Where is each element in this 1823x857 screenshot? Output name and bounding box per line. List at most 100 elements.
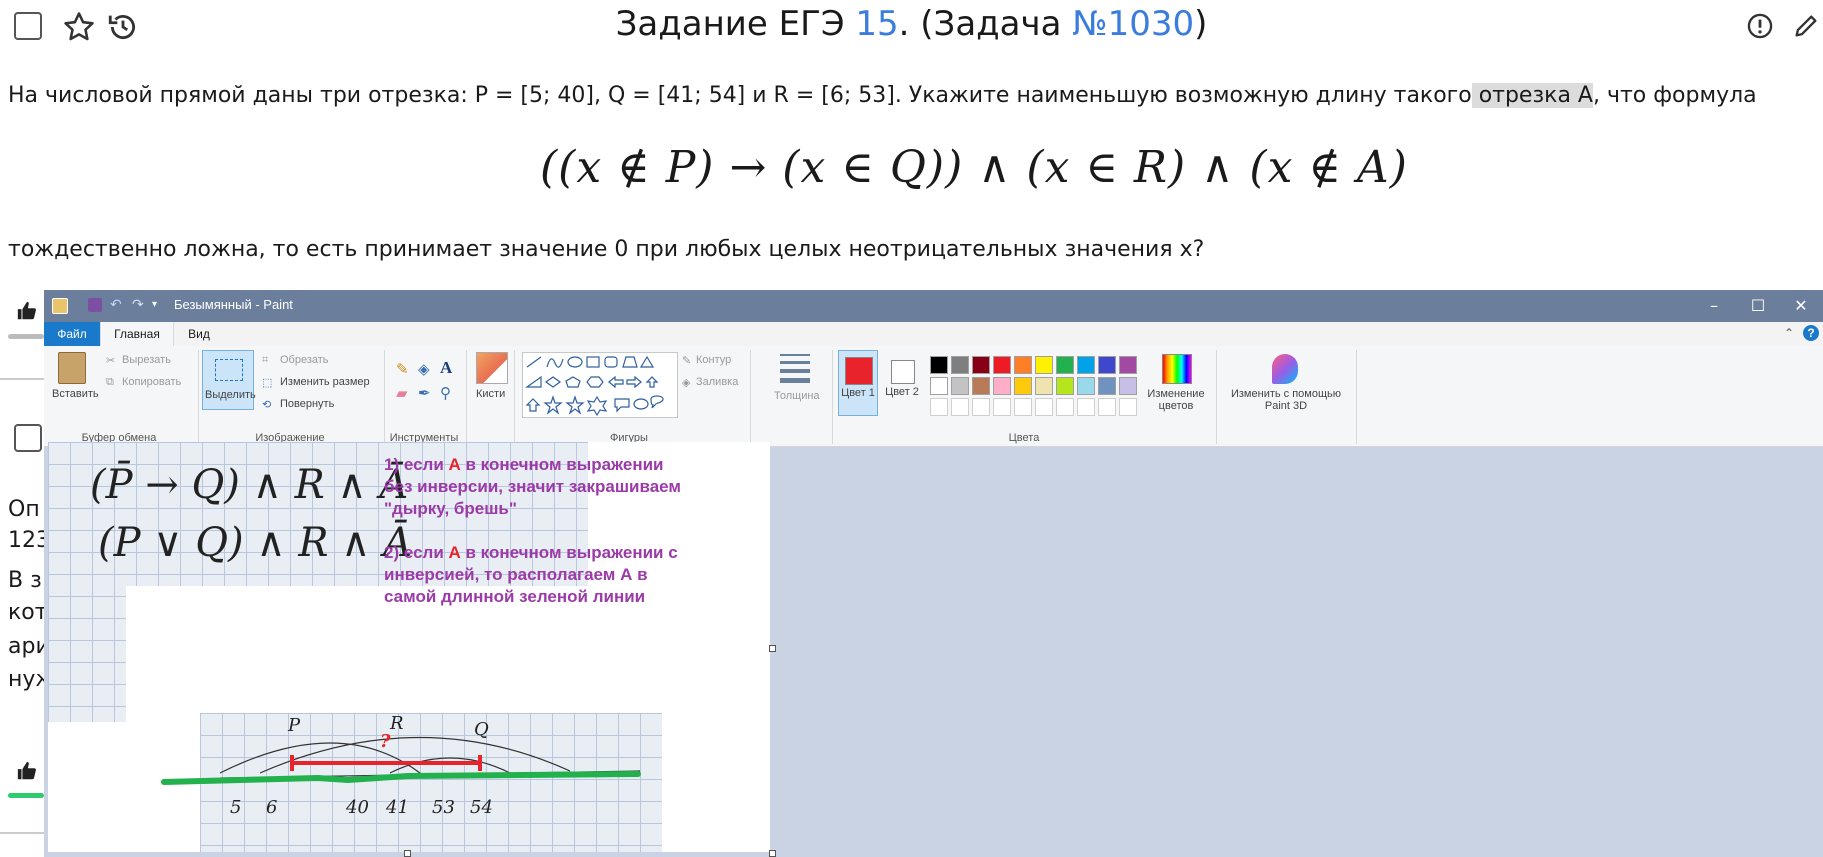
brushes-button[interactable]: Кисти — [476, 388, 505, 400]
paint3d-icon[interactable] — [1272, 354, 1298, 384]
copy-button[interactable]: Копировать — [122, 376, 181, 388]
cut-button[interactable]: Вырезать — [122, 354, 171, 366]
palette-swatch[interactable] — [972, 377, 990, 395]
edit-colors-button[interactable]: Изменение цветов — [1144, 388, 1208, 412]
palette-swatch-empty[interactable] — [1035, 398, 1053, 416]
palette-swatch[interactable] — [930, 377, 948, 395]
shapes-gallery[interactable] — [522, 352, 678, 418]
fill-icon[interactable]: ◈ — [418, 360, 430, 378]
collapse-ribbon-icon[interactable]: ⌃ — [1784, 326, 1794, 340]
color2-button[interactable]: Цвет 2 — [882, 350, 922, 416]
palette-swatch[interactable] — [951, 356, 969, 374]
report-icon[interactable] — [1746, 12, 1774, 44]
paint-canvas[interactable]: (P̄ → Q) ∧ R ∧ Ā (P ∨ Q) ∧ R ∧ Ā 1) если… — [48, 442, 770, 852]
brushes-icon[interactable] — [476, 352, 508, 384]
palette-swatch[interactable] — [1014, 356, 1032, 374]
tab-file[interactable]: Файл — [44, 322, 100, 346]
canvas-resize-handle[interactable] — [404, 850, 411, 857]
resize-button[interactable]: Изменить размер — [280, 376, 370, 388]
paint-titlebar[interactable]: ↶ ↷ ▾ Безымянный - Paint – ☐ ✕ — [44, 290, 1823, 322]
solution-checkbox[interactable] — [14, 424, 42, 452]
outline-button[interactable]: Контур — [696, 354, 731, 366]
palette-swatch[interactable] — [972, 356, 990, 374]
palette-swatch-empty[interactable] — [972, 398, 990, 416]
text-fragment: кот — [8, 600, 48, 625]
palette-swatch[interactable] — [1056, 356, 1074, 374]
redo-icon[interactable]: ↷ — [132, 298, 146, 312]
size-button[interactable]: Толщина — [774, 390, 820, 402]
color1-swatch — [845, 357, 873, 385]
question-mark: ? — [380, 731, 391, 752]
palette-swatch[interactable] — [951, 377, 969, 395]
crop-button[interactable]: Обрезать — [280, 354, 329, 366]
tick-label: 53 — [432, 797, 455, 818]
customize-icon[interactable]: ▾ — [152, 298, 166, 312]
paint-window[interactable]: ↶ ↷ ▾ Безымянный - Paint – ☐ ✕ Файл Глав… — [44, 290, 1823, 857]
tick-label: 6 — [266, 797, 278, 818]
palette-swatch-empty[interactable] — [1014, 398, 1032, 416]
edit-colors-icon[interactable] — [1162, 354, 1192, 384]
palette-swatch-empty[interactable] — [1077, 398, 1095, 416]
handwritten-expression-2: (P ∨ Q) ∧ R ∧ Ā — [98, 520, 413, 566]
palette-swatch-empty[interactable] — [993, 398, 1011, 416]
like-icon[interactable] — [16, 760, 38, 786]
note-1: 1) если А в конечном выражении без инвер… — [384, 455, 681, 518]
palette-swatch[interactable] — [1056, 377, 1074, 395]
paint-window-title: Безымянный - Paint — [174, 297, 293, 312]
like-icon[interactable] — [16, 300, 38, 326]
palette-swatch[interactable] — [930, 356, 948, 374]
text-fragment: Оп — [8, 497, 40, 522]
palette-swatch[interactable] — [1119, 377, 1137, 395]
tick-label: 41 — [386, 797, 409, 818]
palette-swatch-empty[interactable] — [1119, 398, 1137, 416]
maximize-button[interactable]: ☐ — [1738, 294, 1778, 318]
palette-swatch[interactable] — [1098, 356, 1116, 374]
palette-swatch-empty[interactable] — [1056, 398, 1074, 416]
palette-swatch[interactable] — [1077, 356, 1095, 374]
eraser-icon[interactable]: ▰ — [396, 384, 408, 402]
palette-swatch[interactable] — [1035, 356, 1053, 374]
task-number-link[interactable]: 15 — [855, 4, 898, 44]
palette-swatch[interactable] — [993, 377, 1011, 395]
palette-swatch-empty[interactable] — [1098, 398, 1116, 416]
problem-id-link[interactable]: №1030 — [1072, 4, 1194, 44]
number-line-label-p: P — [288, 715, 301, 736]
palette-swatch[interactable] — [1077, 377, 1095, 395]
clipboard-icon[interactable] — [58, 352, 86, 384]
tab-view[interactable]: Вид — [174, 322, 224, 346]
palette-swatch[interactable] — [1119, 356, 1137, 374]
select-button[interactable]: Выделить — [202, 350, 256, 410]
progress-bar-bg — [8, 334, 44, 339]
text-icon[interactable]: A — [440, 358, 452, 378]
tick-label: 5 — [230, 797, 242, 818]
palette-swatch[interactable] — [993, 356, 1011, 374]
palette-swatch-empty[interactable] — [951, 398, 969, 416]
palette-swatch-empty[interactable] — [930, 398, 948, 416]
size-icon[interactable] — [780, 354, 810, 383]
number-line-label-q: Q — [474, 719, 489, 740]
undo-icon[interactable]: ↶ — [110, 298, 124, 312]
save-icon[interactable] — [88, 298, 102, 312]
canvas-resize-handle[interactable] — [769, 645, 776, 652]
palette-swatch[interactable] — [1014, 377, 1032, 395]
copy-icon: ⧉ — [106, 376, 114, 388]
palette-swatch[interactable] — [1098, 377, 1116, 395]
palette-swatch[interactable] — [1035, 377, 1053, 395]
paste-button[interactable]: Вставить — [52, 388, 99, 400]
crop-icon: ⌗ — [262, 354, 269, 366]
color-picker-icon[interactable]: ✒ — [418, 384, 431, 402]
canvas-resize-handle[interactable] — [769, 850, 776, 857]
fill-shape-button[interactable]: Заливка — [696, 376, 738, 388]
rotate-button[interactable]: Повернуть — [280, 398, 334, 410]
magnifier-icon[interactable]: ⚲ — [440, 384, 451, 402]
divider — [0, 832, 44, 834]
edit-pencil-icon[interactable] — [1792, 12, 1820, 44]
tab-home[interactable]: Главная — [100, 322, 174, 347]
canvas-white-area — [48, 722, 126, 852]
close-button[interactable]: ✕ — [1781, 294, 1821, 318]
pencil-icon[interactable]: ✎ — [396, 360, 409, 378]
color1-button[interactable]: Цвет 1 — [838, 350, 878, 416]
paint3d-button[interactable]: Изменить с помощью Paint 3D — [1220, 388, 1352, 412]
help-icon[interactable]: ? — [1803, 325, 1819, 341]
minimize-button[interactable]: – — [1694, 294, 1734, 318]
